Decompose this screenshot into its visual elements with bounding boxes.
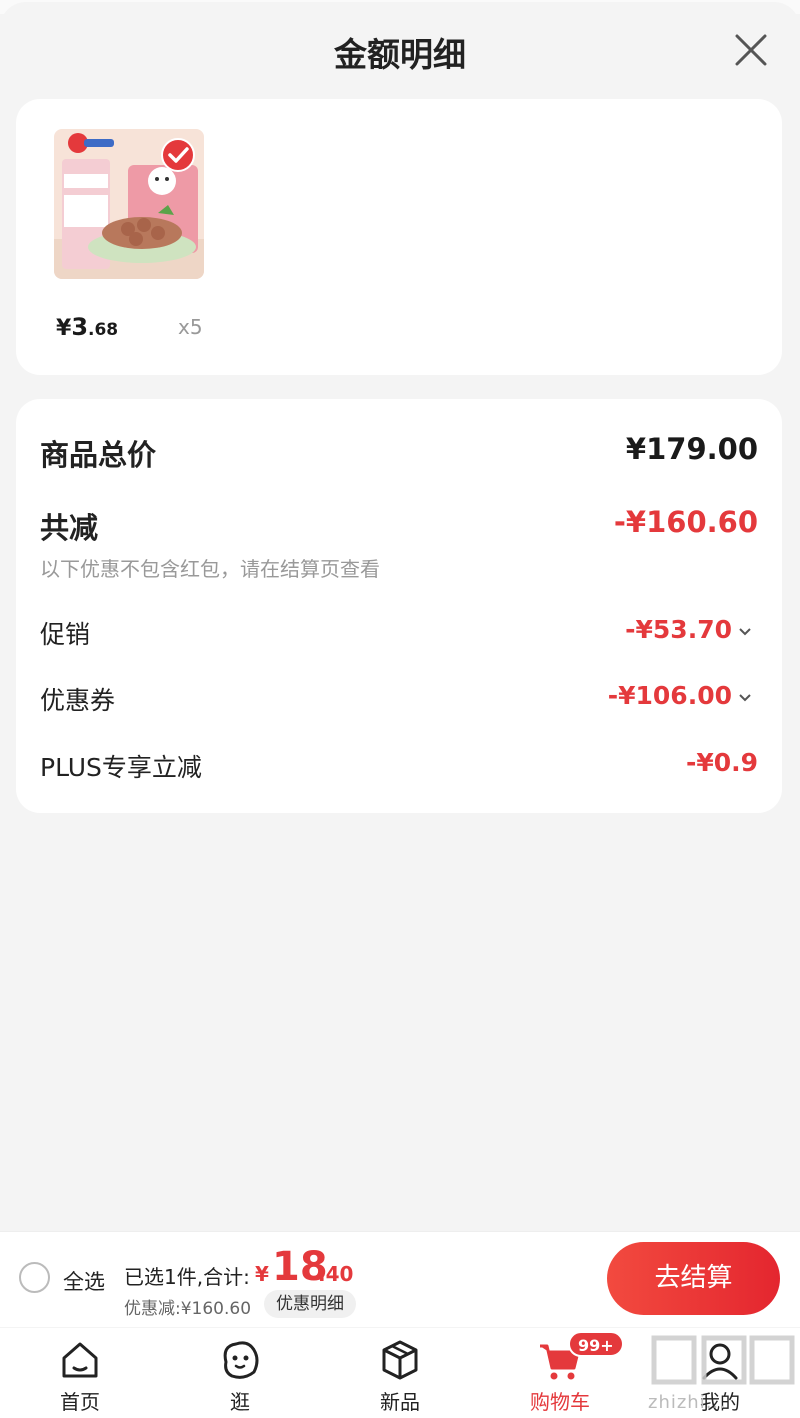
plus-value: -¥0.9 (685, 748, 758, 777)
home-icon (62, 1342, 98, 1378)
cart-badge: 99+ (568, 1331, 624, 1357)
reduction-value: -¥160.60 (613, 505, 758, 539)
total-value: ¥179.00 (625, 432, 758, 466)
product-quantity: x5 (178, 315, 203, 339)
discount-note: 以下优惠不包含红包，请在结算页查看 (40, 557, 380, 581)
select-all-radio[interactable] (19, 1262, 50, 1293)
product-card: ¥3.68 x5 (16, 99, 782, 375)
price-integer: 3 (71, 313, 89, 341)
price-summary-card: 商品总价 ¥179.00 共减 -¥160.60 以下优惠不包含红包，请在结算页… (16, 399, 782, 813)
tab-new-label: 新品 (380, 1390, 420, 1414)
tab-browse-label: 逛 (230, 1390, 250, 1414)
checked-icon (161, 138, 195, 172)
product-thumbnail[interactable] (54, 129, 204, 279)
tab-cart-label: 购物车 (530, 1390, 590, 1414)
tab-cart[interactable]: 99+ 购物车 (500, 1328, 624, 1418)
chevron-down-icon (739, 694, 751, 702)
tab-home[interactable]: 首页 (20, 1328, 140, 1418)
total-label: 商品总价 (40, 438, 157, 472)
tab-home-label: 首页 (60, 1390, 100, 1414)
tab-browse[interactable]: 逛 (180, 1328, 300, 1418)
cube-icon (382, 1340, 418, 1380)
coupon-amount: -¥106.00 (607, 681, 732, 710)
watermark-text: zhizhi... (648, 1392, 726, 1413)
product-price: ¥3.68 (56, 313, 118, 341)
select-all-label[interactable]: 全选 (63, 1266, 105, 1296)
total-currency: ¥ (255, 1262, 269, 1286)
discount-detail-button[interactable]: 优惠明细 (264, 1290, 356, 1318)
promotion-amount: -¥53.70 (625, 615, 732, 644)
reduction-label: 共减 (40, 511, 99, 545)
checkout-bar: 全选 已选1件,合计: ¥ 18 .40 优惠减:¥160.60 优惠明细 去结… (0, 1231, 800, 1327)
selected-count-text: 已选1件,合计: (124, 1265, 250, 1289)
plus-label: PLUS专享立减 (40, 753, 202, 782)
coupon-label: 优惠券 (40, 686, 116, 715)
price-decimal: .68 (88, 320, 119, 340)
face-icon (223, 1341, 259, 1379)
promotion-value[interactable]: -¥53.70 (625, 615, 752, 644)
saved-amount: 优惠减:¥160.60 (124, 1299, 252, 1319)
sheet-title: 金额明细 (334, 35, 466, 74)
price-currency: ¥ (56, 316, 72, 341)
coupon-value[interactable]: -¥106.00 (608, 681, 752, 710)
close-icon[interactable] (733, 32, 769, 68)
checkout-button[interactable]: 去结算 (607, 1242, 780, 1315)
total-decimal: .40 (318, 1262, 354, 1286)
promotion-label: 促销 (40, 620, 91, 649)
chevron-down-icon (739, 628, 751, 636)
tab-new[interactable]: 新品 (340, 1328, 460, 1418)
